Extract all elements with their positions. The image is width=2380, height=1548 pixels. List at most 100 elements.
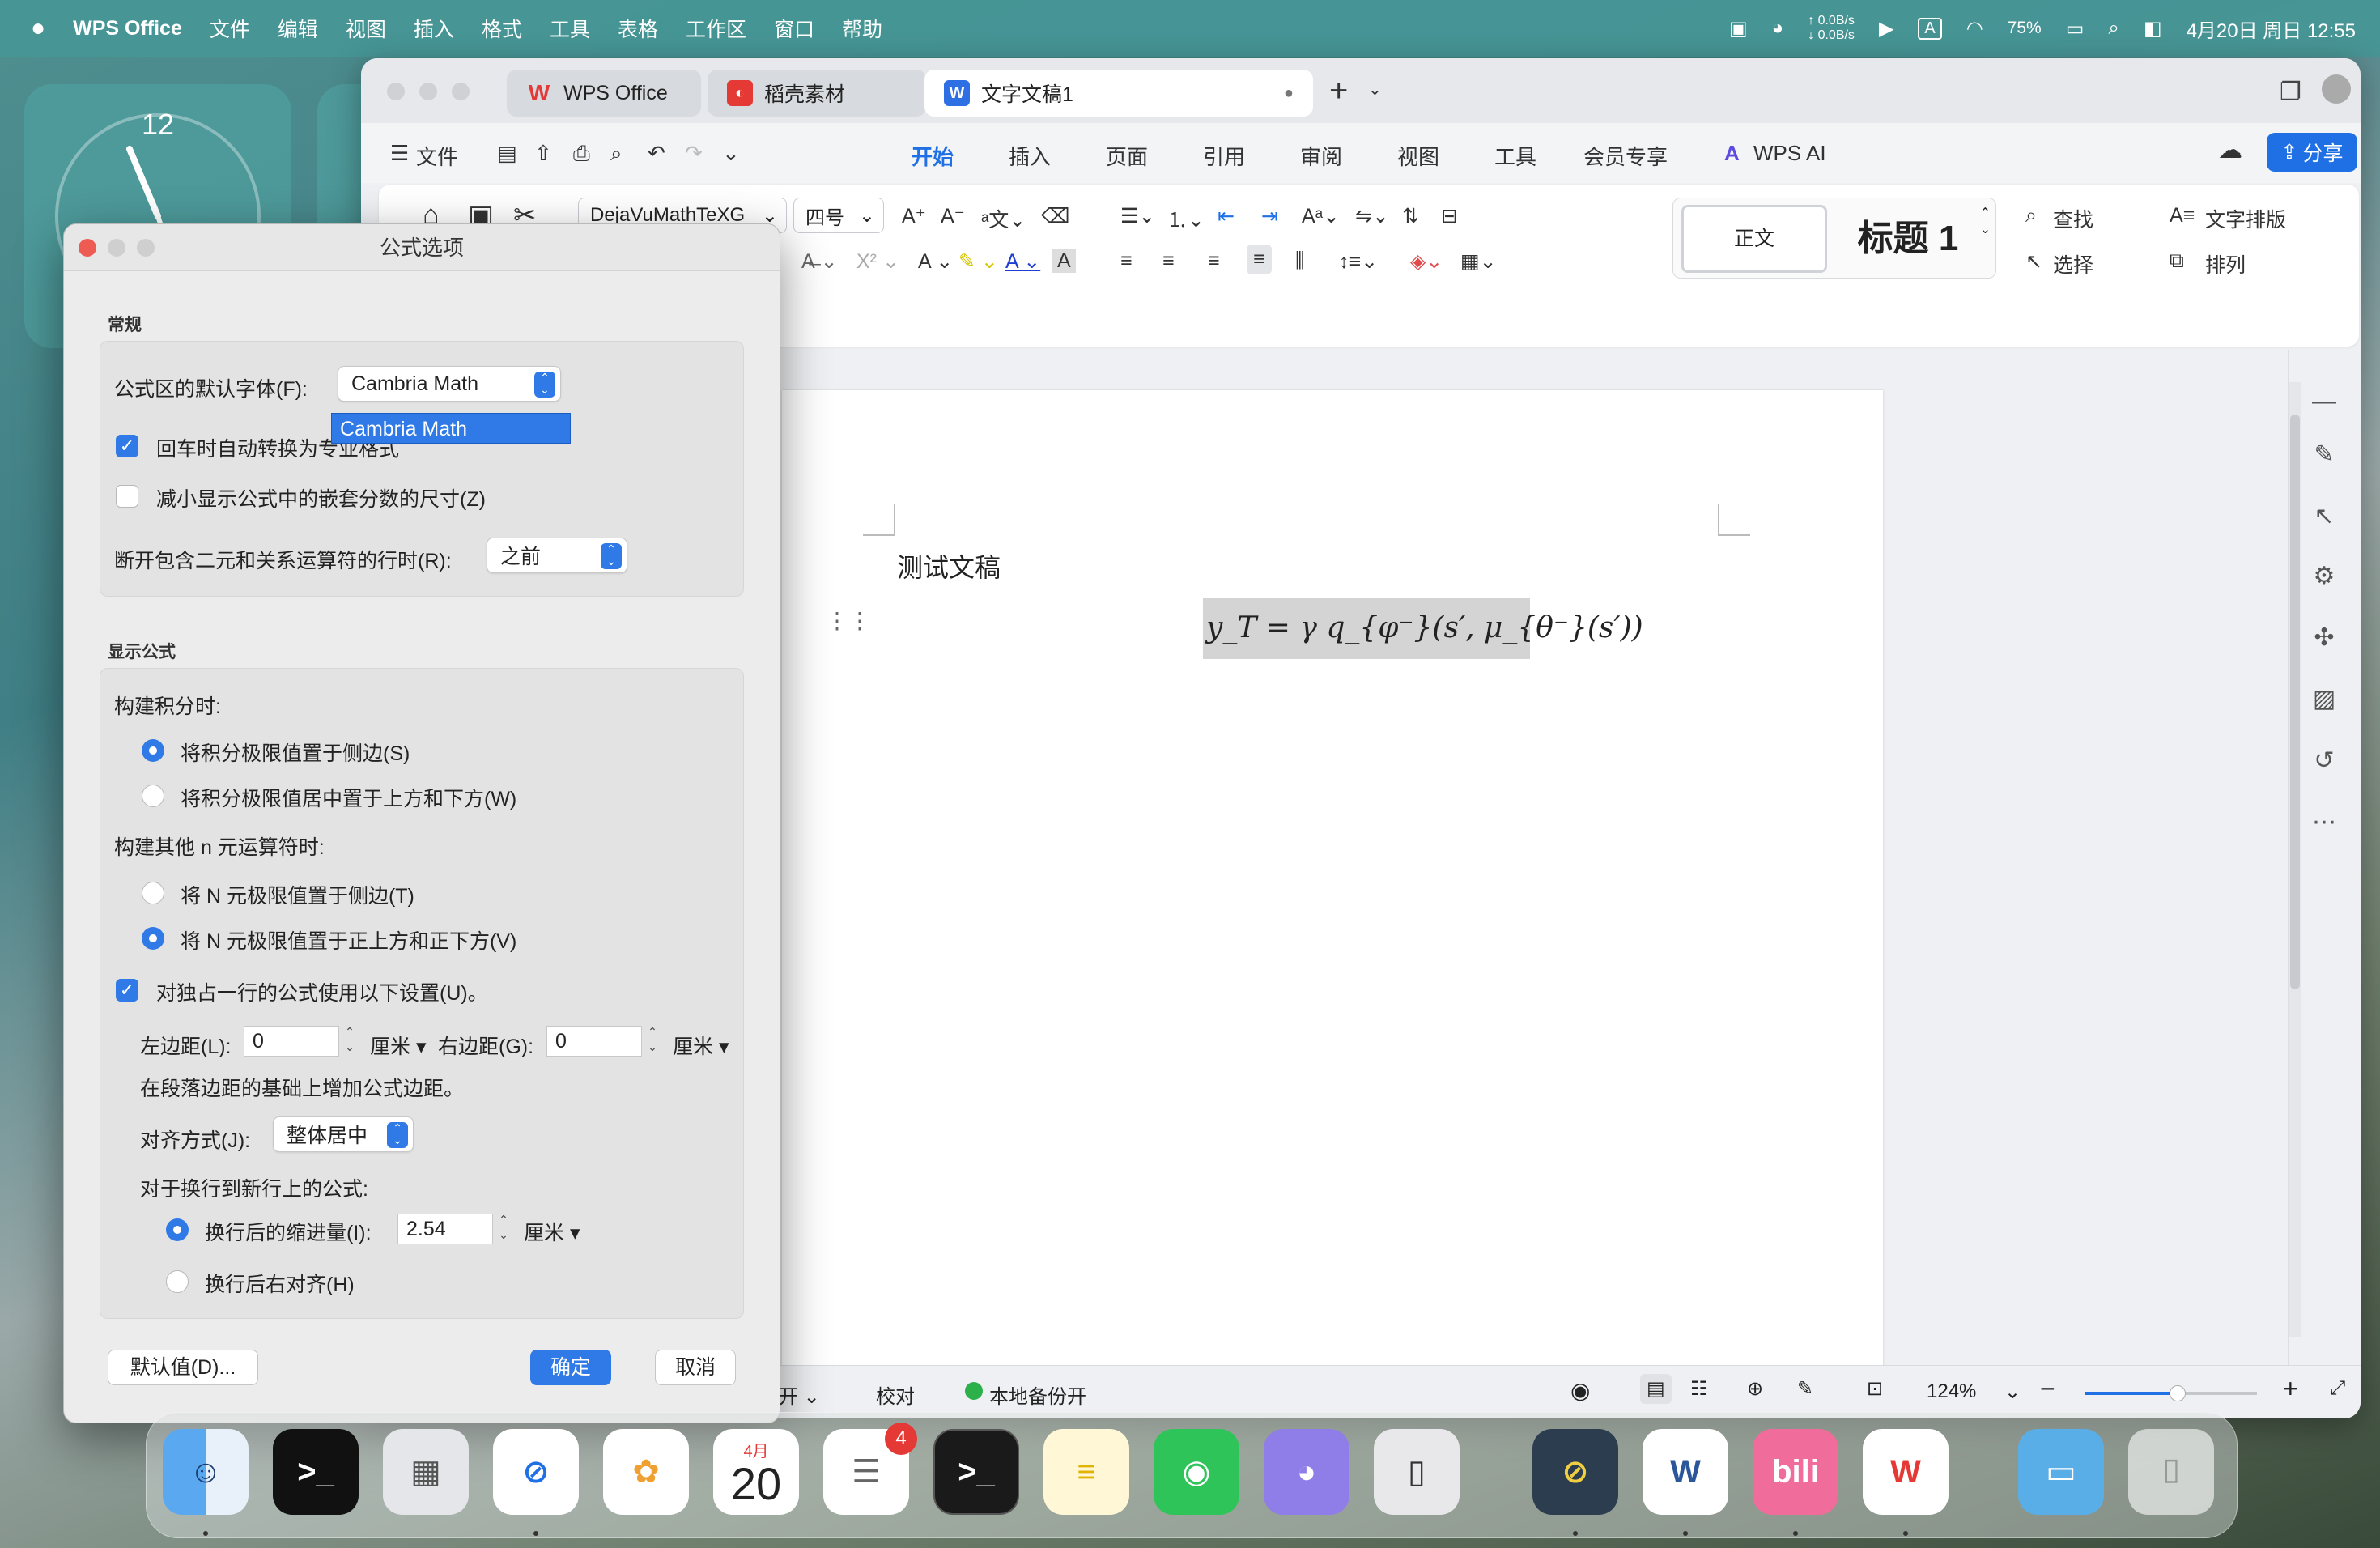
redo-icon[interactable]: ↷ (685, 141, 703, 166)
battery-indicator[interactable]: 75% (2008, 19, 2042, 38)
dialog-close-button[interactable] (79, 239, 96, 257)
justify-icon[interactable]: ≡ (1247, 245, 1272, 274)
left-margin-stepper[interactable]: ⌃ ⌄ (341, 1024, 359, 1057)
pen-icon[interactable]: ✎ (2310, 440, 2339, 470)
undo-icon[interactable]: ↶ (648, 141, 665, 166)
text-direction-icon[interactable]: ⇋⌄ (1355, 204, 1389, 228)
nary-above-radio[interactable] (142, 927, 164, 950)
avatar[interactable] (2322, 74, 2351, 104)
ribbon-tab-review[interactable]: 审阅 (1300, 141, 1342, 171)
collapse-icon[interactable]: — (2310, 387, 2339, 416)
menu-window[interactable]: 窗口 (774, 14, 814, 43)
tab-document[interactable]: W 文字文稿1 ● (924, 70, 1313, 117)
menu-format[interactable]: 格式 (482, 14, 522, 43)
zoom-chevron-icon[interactable]: ⌄ (2004, 1380, 2021, 1404)
zoom-out-icon[interactable]: − (2040, 1374, 2055, 1404)
cat-status-icon[interactable]: ◕ (1772, 17, 1784, 40)
zoom-in-icon[interactable]: + (2283, 1374, 2298, 1404)
phonetic-icon[interactable]: ᵃ文⌄ (981, 204, 1026, 233)
iphone-mirroring-icon[interactable]: ▯ (1374, 1429, 1460, 1515)
ribbon-tab-member[interactable]: 会员专享 (1583, 141, 1668, 171)
indent-radio[interactable] (166, 1218, 189, 1241)
calendar-status-icon[interactable]: ▣ (1729, 17, 1748, 40)
page-view-icon[interactable]: ▤ (1640, 1374, 1672, 1404)
borders-icon[interactable]: ▦⌄ (1460, 249, 1497, 274)
photos-icon[interactable]: ✿ (603, 1429, 689, 1515)
print-icon[interactable]: ⎙ (573, 141, 590, 167)
bilibili-icon[interactable]: bili (1753, 1429, 1838, 1515)
unsaved-dot-icon[interactable]: ● (1284, 84, 1294, 103)
new-tab-icon[interactable]: + (1329, 73, 1348, 109)
indent-input[interactable]: 2.54 (397, 1214, 493, 1244)
window-layout-icon[interactable]: ❐ (2280, 78, 2301, 106)
align-select[interactable]: 整体居中 ⌃ ⌄ (273, 1116, 414, 1152)
superscript-icon[interactable]: X² ⌄ (856, 249, 899, 274)
more-icon[interactable]: ⋯ (2310, 808, 2339, 837)
strikethrough-icon[interactable]: A̶ ⌄ (801, 249, 838, 274)
left-margin-input[interactable]: 0 (244, 1026, 339, 1057)
scrollbar[interactable] (2289, 382, 2301, 1337)
right-margin-stepper[interactable]: ⌃ ⌄ (644, 1024, 661, 1057)
window-zoom-button[interactable] (452, 83, 470, 100)
reduce-size-checkbox[interactable] (116, 485, 138, 508)
ribbon-tab-tools[interactable]: 工具 (1494, 141, 1536, 171)
align-center-icon[interactable]: ≡ (1162, 249, 1175, 273)
tab-wps-office[interactable]: W WPS Office (507, 70, 701, 117)
safari-icon[interactable]: ⊘ (493, 1429, 579, 1515)
web-view-icon[interactable]: ⊕ (1747, 1377, 1763, 1401)
align-right-icon[interactable]: ≡ (1208, 249, 1220, 273)
document-heading[interactable]: 测试文稿 (897, 547, 1001, 585)
default-button[interactable]: 默认值(D)... (108, 1350, 258, 1385)
dialog-zoom-button[interactable] (137, 239, 155, 257)
align-left-icon[interactable]: ≡ (1120, 249, 1133, 273)
arrange-button[interactable]: 排列 (2205, 249, 2246, 279)
menu-table[interactable]: 表格 (618, 14, 658, 43)
tools-icon[interactable]: ✣ (2310, 623, 2339, 653)
save-icon[interactable]: ▤ (497, 141, 517, 166)
auto-convert-checkbox[interactable]: ✓ (116, 435, 138, 457)
cancel-button[interactable]: 取消 (655, 1350, 736, 1385)
decrease-indent-icon[interactable]: ⇤ (1218, 204, 1235, 228)
document-page[interactable]: 测试文稿 y_T = γ q_{φ⁻}(s′, μ_{θ⁻}(s′)) (782, 390, 1883, 1418)
menu-view[interactable]: 视图 (346, 14, 386, 43)
outline-view-icon[interactable]: ☷ (1690, 1377, 1708, 1401)
print-preview-icon[interactable]: ⌕ (610, 141, 623, 167)
drag-handle-icon[interactable]: ⋮⋮ (826, 607, 871, 634)
font-dropdown-option[interactable]: Cambria Math (331, 413, 571, 444)
ribbon-tab-home[interactable]: 开始 (912, 141, 954, 171)
downloads-folder-icon[interactable]: ▭ (2018, 1429, 2104, 1515)
word-icon[interactable]: W (1643, 1429, 1728, 1515)
menu-tools[interactable]: 工具 (550, 14, 590, 43)
more-chevron-icon[interactable]: ⌄ (722, 141, 740, 166)
ribbon-tab-view[interactable]: 视图 (1397, 141, 1439, 171)
image-icon[interactable]: ▨ (2310, 685, 2339, 714)
equation[interactable]: y_T = γ q_{φ⁻}(s′, μ_{θ⁻}(s′)) (1203, 598, 1643, 659)
calendar-icon[interactable]: 4月 20 (713, 1429, 799, 1515)
select-button[interactable]: 选择 (2053, 249, 2093, 279)
menu-workspace[interactable]: 工作区 (686, 14, 746, 43)
integral-center-radio[interactable] (142, 785, 164, 807)
ok-button[interactable]: 确定 (530, 1350, 611, 1385)
clear-format-icon[interactable]: ⌫ (1041, 204, 1069, 228)
hamburger-icon[interactable]: ☰ (390, 141, 409, 166)
menu-app-name[interactable]: WPS Office (73, 17, 182, 40)
eye-icon[interactable]: ◉ (1570, 1377, 1590, 1404)
input-method-icon[interactable]: A (1918, 17, 1942, 40)
find-button[interactable]: 查找 (2053, 204, 2093, 233)
default-font-select[interactable]: Cambria Math ⌃ ⌄ (338, 366, 561, 402)
wps-ai-button[interactable]: WPS AI (1753, 141, 1826, 166)
menu-insert[interactable]: 插入 (414, 14, 454, 43)
write-view-icon[interactable]: ✎ (1797, 1377, 1813, 1401)
network-speed[interactable]: ↑ 0.0B/s ↓ 0.0B/s (1808, 14, 1855, 43)
sort-icon[interactable]: ⇅ (1402, 204, 1419, 228)
menu-help[interactable]: 帮助 (842, 14, 882, 43)
integral-side-radio[interactable] (142, 739, 164, 762)
indent-unit[interactable]: 厘米 ▾ (524, 1217, 580, 1246)
cursor-icon[interactable]: ↖ (2310, 502, 2339, 531)
trash-icon[interactable]: ⌷ (2128, 1429, 2214, 1515)
wps-icon[interactable]: W (1863, 1429, 1949, 1515)
numbering-icon[interactable]: ⒈⌄ (1167, 204, 1205, 233)
shading-icon[interactable]: ◈⌄ (1410, 249, 1443, 274)
shrink-font-icon[interactable]: A⁻ (941, 204, 965, 228)
ribbon-tab-references[interactable]: 引用 (1203, 141, 1245, 171)
